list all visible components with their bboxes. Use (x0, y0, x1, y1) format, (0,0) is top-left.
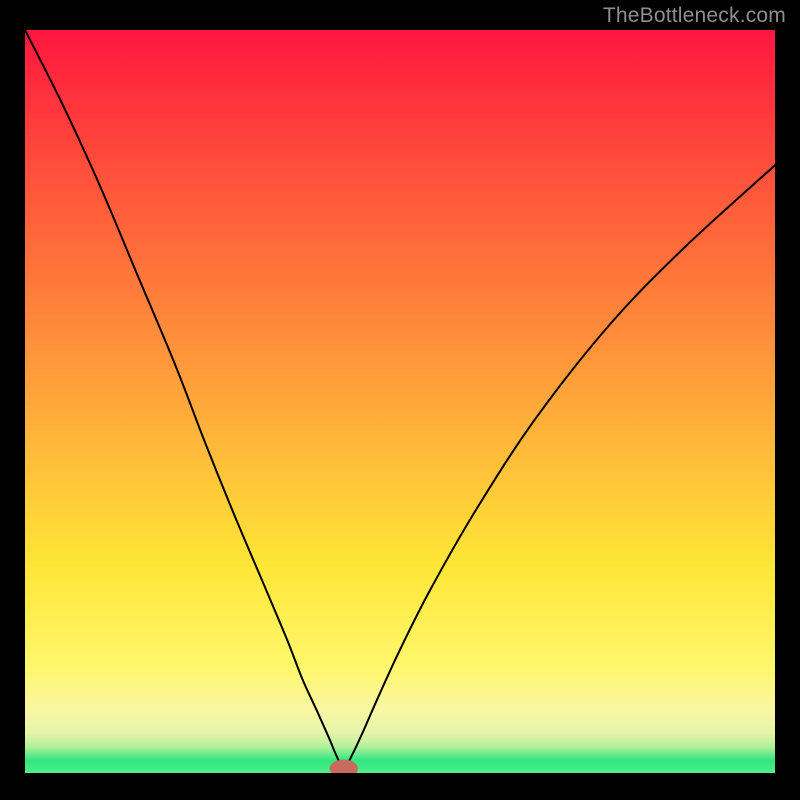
gradient-background (25, 30, 775, 773)
plot-area (25, 30, 775, 773)
chart-frame: TheBottleneck.com (0, 0, 800, 800)
watermark: TheBottleneck.com (603, 4, 786, 28)
bottleneck-chart (25, 30, 775, 773)
